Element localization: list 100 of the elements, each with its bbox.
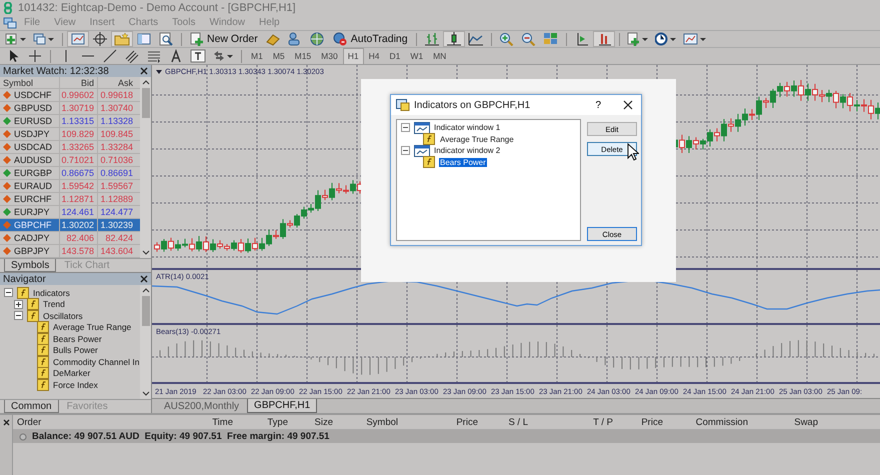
scroll-down-icon[interactable] [142,250,150,256]
collapse-icon[interactable] [14,311,23,320]
expand-icon[interactable] [14,300,23,309]
balance-row[interactable]: Balance: 49 907.51 AUD Equity: 49 907.51 Free margin: 49 907.51 [13,430,880,443]
dropdown-icon[interactable] [156,70,162,74]
column-header[interactable]: T / P [531,416,616,428]
scrollbar[interactable] [140,285,151,399]
tree-item[interactable]: Indicators [33,288,70,298]
scroll-down-icon[interactable] [142,391,150,397]
column-header[interactable]: Type [236,416,291,428]
collapse-icon[interactable] [401,123,410,132]
close-icon[interactable] [623,100,633,110]
column-header[interactable]: Commission [666,416,751,428]
column-header[interactable]: Swap [751,416,821,428]
column-header[interactable]: Order [13,416,203,428]
indicator-window-icon [396,99,410,111]
column-header[interactable]: Price [401,416,481,428]
bid-price: 109.829 [60,128,98,140]
help-button[interactable]: ? [595,100,601,110]
symbol-row[interactable]: EURUSD 1.13315 1.13328 [0,115,140,128]
tree-item[interactable]: Force Index [53,380,98,390]
close-icon[interactable] [2,419,10,426]
close-icon[interactable] [140,67,148,75]
timeframe-button[interactable]: D1 [385,48,404,64]
clock-icon[interactable] [652,32,679,46]
windows-dropdown-icon[interactable] [31,32,57,46]
chart-tab[interactable]: GBPCHF,H1 [247,399,318,413]
column-header[interactable]: Ask [98,77,136,88]
plus-dropdown-icon[interactable] [3,32,29,46]
symbol-row[interactable]: EURGBP 0.86675 0.86691 [0,167,140,180]
tree-item[interactable]: DeMarker [53,368,90,378]
timeframe-button[interactable]: M15 [290,48,316,64]
tree-item[interactable]: Oscillators [43,310,83,321]
indicator-icon [37,378,49,391]
auto-trading-button[interactable]: AutoTrading [328,32,411,46]
symbol-row[interactable]: GBPCHF 1.30202 1.30239 [0,219,140,232]
template-icon[interactable] [680,32,709,46]
tree-item[interactable]: Bears Power [53,334,102,344]
symbol-row[interactable]: GBPUSD 1.30719 1.30740 [0,102,140,115]
scroll-thumb[interactable] [142,88,150,118]
autoscroll-icon[interactable] [594,32,614,46]
ask-price: 1.33284 [99,141,134,153]
close-icon[interactable] [140,275,148,283]
timeframe-button[interactable]: W1 [406,48,428,64]
candlestick-icon[interactable] [444,32,464,46]
ask-price: 1.30239 [99,219,134,231]
symbol-name: GBPCHF [14,220,52,230]
collapse-icon[interactable] [4,288,13,298]
circle-icon [19,432,27,440]
timeframe-button[interactable]: H4 [364,48,384,64]
crosshair-circle-icon[interactable] [90,32,110,46]
tree-item[interactable]: Bulls Power [53,345,98,356]
symbol-row[interactable]: USDCHF 0.99602 0.99618 [0,89,140,102]
line-chart-icon[interactable] [466,32,486,46]
tree-item[interactable]: Bears Power [439,158,487,167]
bid-price: 0.71021 [60,154,98,166]
panel-tab[interactable]: Common [4,400,59,413]
collapse-icon[interactable] [401,146,410,156]
symbol-row[interactable]: USDJPY 109.829 109.845 [0,128,140,141]
symbol-name: EURCHF [14,194,52,204]
column-header[interactable]: Time [203,416,236,428]
chart-window-icon[interactable] [68,32,88,46]
tree-item[interactable]: Average True Range [439,134,515,144]
symbol-row[interactable]: USDCAD 1.33265 1.33284 [0,141,140,154]
symbol-row[interactable]: EURCHF 1.12871 1.12889 [0,193,140,206]
chart-tab[interactable]: AUS200,Monthly [158,399,246,413]
tree-item[interactable]: Commodity Channel In [53,356,140,367]
indicator-icon [423,133,435,146]
column-header[interactable]: Symbol [336,416,401,428]
bid-price: 1.12871 [60,193,98,205]
timeframe-button[interactable]: MN [429,48,450,64]
symbol-name: EURGBP [14,168,52,178]
tree-item[interactable]: Average True Range [53,322,132,332]
scroll-up-icon[interactable] [142,79,150,85]
symbol-row[interactable]: AUDUSD 0.71021 0.71036 [0,154,140,167]
column-header[interactable]: S / L [481,416,531,428]
column-header[interactable]: Price [616,416,666,428]
bid-price: 82.406 [60,232,98,244]
symbol-row[interactable]: CADJPY 82.406 82.424 [0,232,140,245]
ask-price: 0.86691 [99,167,134,179]
symbol-row[interactable]: EURAUD 1.59542 1.59567 [0,180,140,193]
symbol-row[interactable]: GBPJPY 143.578 143.604 [0,245,140,258]
scrollbar[interactable] [140,77,151,258]
scroll-up-icon[interactable] [142,287,150,293]
mouse-pointer-icon [627,143,639,161]
balance-summary: Balance: 49 907.51 AUD Equity: 49 907.51 Free margin: 49 907.51 [32,431,330,442]
tree-item[interactable]: Indicator window 2 [434,146,500,156]
panel-tab[interactable]: Symbols [4,259,56,272]
timeframe-button[interactable]: M1 [247,48,267,64]
column-header[interactable]: Size [291,416,336,428]
tree-item[interactable]: Indicator window 1 [434,123,500,132]
tree-item[interactable]: Trend [43,299,65,310]
ask-price: 1.30740 [99,102,134,114]
column-header[interactable]: Bid [60,77,98,88]
timeframe-button[interactable]: H1 [344,48,363,64]
timeframe-button[interactable]: M30 [317,48,342,64]
text-label-icon[interactable] [188,49,208,63]
scroll-thumb[interactable] [142,296,150,326]
timeframe-button[interactable]: M5 [268,48,289,64]
column-header[interactable]: Symbol [0,77,60,88]
